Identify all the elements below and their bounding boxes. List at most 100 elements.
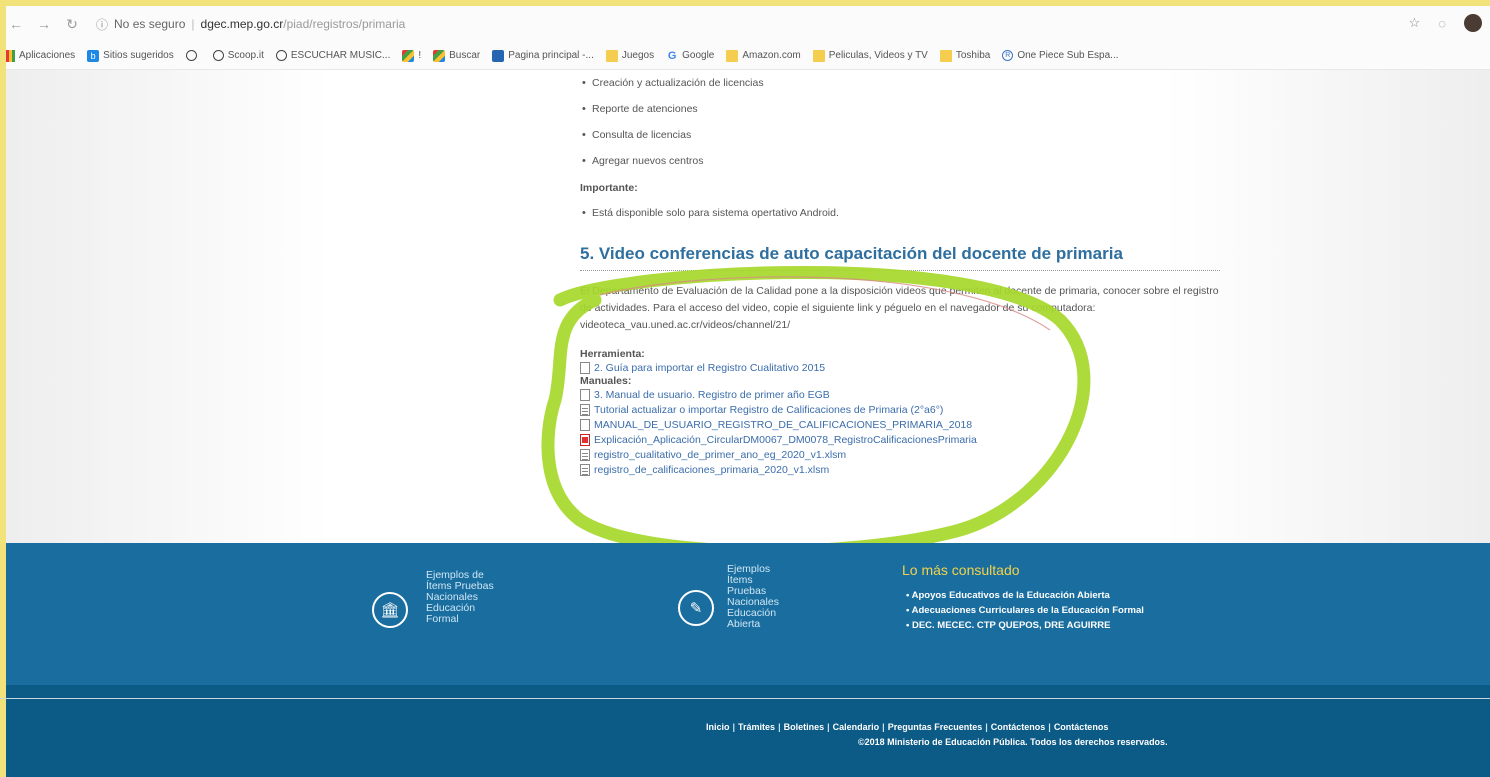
- footer-nav-link[interactable]: Contáctenos: [991, 722, 1046, 732]
- document-link-label: registro_cualitativo_de_primer_ano_eg_20…: [594, 448, 847, 461]
- document-link[interactable]: 3. Manual de usuario. Registro de primer…: [580, 387, 1230, 402]
- test-sheet-icon[interactable]: ✎: [678, 590, 714, 626]
- forward-arrow-icon[interactable]: →: [34, 16, 54, 32]
- bookmark-item[interactable]: Amazon.com: [726, 49, 801, 62]
- blue-square-icon: [492, 49, 505, 62]
- bing-icon: b: [87, 49, 100, 62]
- spreadsheet-icon: [580, 463, 590, 476]
- manuales-label: Manuales:: [580, 375, 632, 387]
- nav-separator: |: [1048, 722, 1051, 732]
- folder-icon: [605, 49, 618, 62]
- circle-icon: R: [1002, 50, 1014, 61]
- bookmark-item[interactable]: Juegos: [605, 49, 655, 62]
- list-item: Consulta de licencias: [580, 122, 1230, 148]
- document-icon: [580, 361, 590, 374]
- page-body: Creación y actualización de licenciasRep…: [6, 70, 1490, 543]
- document-link[interactable]: registro_de_calificaciones_primaria_2020…: [580, 462, 1230, 477]
- footer-nav-link[interactable]: Boletines: [784, 722, 825, 732]
- footer-link-text: Abierta: [727, 618, 761, 630]
- pdf-icon: [580, 433, 590, 446]
- footer-divider-line: [0, 698, 1490, 699]
- footer-nav-link[interactable]: Inicio: [706, 722, 730, 732]
- spreadsheet-icon: [580, 448, 590, 461]
- bookmark-label: Pagina principal -...: [508, 50, 594, 61]
- bookmark-item[interactable]: Pagina principal -...: [492, 49, 594, 62]
- bookmark-label: Sitios sugeridos: [103, 50, 174, 61]
- school-icon[interactable]: 🏛: [372, 592, 408, 628]
- important-item: Está disponible solo para sistema operta…: [580, 200, 1230, 226]
- extension-icon[interactable]: ◌: [1438, 16, 1446, 31]
- most-consulted-link[interactable]: Apoyos Educativos de la Educación Abiert…: [906, 588, 1144, 603]
- document-link-label: 3. Manual de usuario. Registro de primer…: [594, 388, 830, 401]
- url-divider: |: [191, 17, 195, 31]
- bookmark-item[interactable]: G Google: [666, 49, 715, 62]
- bookmark-item[interactable]: ESCUCHAR MUSIC...: [275, 50, 391, 61]
- document-link-label: 2. Guía para importar el Registro Cualit…: [594, 361, 826, 374]
- bar-chart-icon: [433, 49, 446, 62]
- footer-nav-link[interactable]: Calendario: [833, 722, 880, 732]
- toolbar-right: ☆ ◌: [1409, 14, 1482, 32]
- folder-icon: [726, 49, 739, 62]
- document-link[interactable]: 2. Guía para importar el Registro Cualit…: [580, 360, 1230, 375]
- google-icon: G: [667, 49, 677, 62]
- copyright: ©2018 Ministerio de Educación Pública. T…: [858, 737, 1168, 747]
- back-arrow-icon[interactable]: ←: [6, 16, 26, 32]
- bookmark-label: Peliculas, Videos y TV: [828, 50, 928, 61]
- url-host: dgec.mep.go.cr: [200, 17, 284, 31]
- section-heading: 5. Video conferencias de auto capacitaci…: [580, 244, 1220, 271]
- footer-nav: Inicio | Trámites | Boletines | Calendario | Pre…: [706, 722, 1111, 732]
- folder-icon: [939, 49, 952, 62]
- most-consulted-list: Apoyos Educativos de la Educación Abiert…: [906, 588, 1144, 633]
- nav-separator: |: [778, 722, 781, 732]
- footer-link-items-abierta[interactable]: Ejemplos Ítems Pruebas Nacionales Educac…: [727, 564, 807, 630]
- herramienta-label: Herramienta:: [580, 348, 645, 360]
- bookmark-label: Scoop.it: [227, 50, 264, 61]
- footer-link-text: Formal: [426, 613, 459, 625]
- document-link-label: MANUAL_DE_USUARIO_REGISTRO_DE_CALIFICACI…: [594, 418, 973, 431]
- nav-separator: |: [882, 722, 885, 732]
- reload-icon[interactable]: ↻: [62, 16, 82, 33]
- bookmark-item[interactable]: Peliculas, Videos y TV: [812, 49, 928, 62]
- footer-nav-link[interactable]: Preguntas Frecuentes: [888, 722, 983, 732]
- star-icon[interactable]: ☆: [1409, 15, 1421, 31]
- feature-list: Creación y actualización de licenciasRep…: [580, 70, 1230, 174]
- document-link[interactable]: Tutorial actualizar o importar Registro …: [580, 402, 1230, 417]
- document-icon: [580, 418, 590, 431]
- bookmark-item[interactable]: R One Piece Sub Espa...: [1002, 50, 1119, 61]
- document-link[interactable]: MANUAL_DE_USUARIO_REGISTRO_DE_CALIFICACI…: [580, 417, 1230, 432]
- document-link[interactable]: Explicación_Aplicación_CircularDM0067_DM…: [580, 432, 1230, 447]
- important-list: Está disponible solo para sistema operta…: [580, 200, 1230, 226]
- bookmark-label: !: [418, 50, 422, 61]
- avatar[interactable]: [1464, 14, 1482, 32]
- bookmark-item[interactable]: b Sitios sugeridos: [87, 49, 174, 62]
- most-consulted-title: Lo más consultado: [902, 562, 1020, 578]
- bookmark-label: Aplicaciones: [19, 50, 76, 61]
- footer-nav-link[interactable]: Trámites: [738, 722, 775, 732]
- multicolor-icon: [402, 49, 415, 62]
- main-content: Creación y actualización de licenciasRep…: [580, 70, 1230, 477]
- bookmark-label: Juegos: [621, 50, 655, 61]
- security-label: No es seguro: [114, 17, 186, 31]
- url-input[interactable]: dgec.mep.go.cr/piad/registros/primaria: [201, 17, 406, 31]
- url-path: /piad/registros/primaria: [283, 17, 406, 31]
- spreadsheet-icon: [580, 403, 590, 416]
- folder-icon: [812, 49, 825, 62]
- bookmark-label: Buscar: [449, 50, 481, 61]
- info-icon[interactable]: ⓘ: [96, 16, 108, 33]
- footer-link-items-formal[interactable]: Ejemplos de Ítems Pruebas Nacionales Edu…: [426, 570, 506, 625]
- bookmark-item[interactable]: Buscar: [433, 49, 481, 62]
- bookmark-item[interactable]: Scoop.it: [212, 50, 264, 61]
- document-link[interactable]: registro_cualitativo_de_primer_ano_eg_20…: [580, 447, 1230, 462]
- bookmark-item[interactable]: [185, 50, 201, 61]
- bookmark-item[interactable]: Aplicaciones: [6, 49, 76, 62]
- bookmarks-bar: Aplicaciones b Sitios sugeridos Scoop.it ESC…: [6, 42, 1490, 70]
- bookmark-item[interactable]: !: [402, 49, 422, 62]
- manuales-list: 3. Manual de usuario. Registro de primer…: [580, 387, 1230, 477]
- nav-separator: |: [985, 722, 988, 732]
- footer-nav-link[interactable]: Contáctenos: [1054, 722, 1109, 732]
- globe-icon: [212, 50, 224, 61]
- bookmark-label: ESCUCHAR MUSIC...: [290, 50, 391, 61]
- bookmark-item[interactable]: Toshiba: [939, 49, 990, 62]
- most-consulted-link[interactable]: DEC. MECEC. CTP QUEPOS, DRE AGUIRRE: [906, 618, 1144, 633]
- most-consulted-link[interactable]: Adecuaciones Curriculares de la Educació…: [906, 603, 1144, 618]
